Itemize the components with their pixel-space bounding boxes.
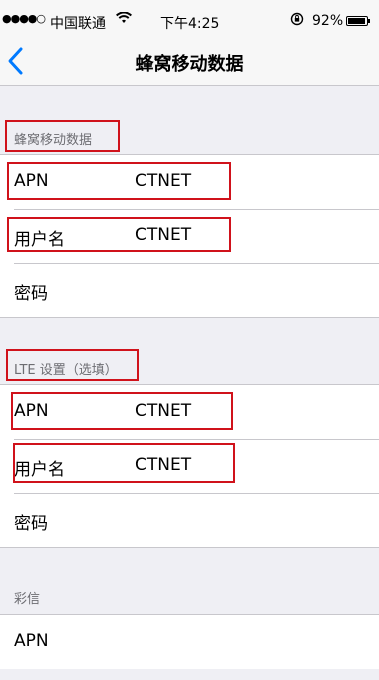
battery-percent: 92% xyxy=(312,13,344,29)
orientation-lock-icon xyxy=(290,12,304,30)
highlight-box xyxy=(13,443,235,483)
mms-apn-row[interactable]: APN xyxy=(0,615,379,669)
highlight-box xyxy=(7,162,231,200)
screen: ●●●●○ 中国联通 下午4:25 92% 蜂窝移动数据 蜂窝移动数据 APN … xyxy=(0,0,379,680)
row-label: 密码 xyxy=(14,514,48,534)
section-header-mms: 彩信 xyxy=(14,592,41,607)
highlight-box xyxy=(5,120,120,152)
row-label: APN xyxy=(14,631,49,651)
lte-password-row[interactable]: 密码 xyxy=(0,493,379,547)
carrier-name: 中国联通 xyxy=(50,16,106,32)
mms-settings-group: APN xyxy=(0,614,379,669)
highlight-box xyxy=(11,392,233,430)
battery-icon xyxy=(346,16,370,26)
highlight-box xyxy=(7,217,231,252)
navigation-bar: 蜂窝移动数据 xyxy=(0,34,379,86)
signal-strength-icon: ●●●●○ xyxy=(2,12,46,25)
row-label: 密码 xyxy=(14,284,48,304)
page-title: 蜂窝移动数据 xyxy=(135,54,244,75)
battery-fill xyxy=(348,18,365,24)
highlight-box xyxy=(6,349,139,381)
clock: 下午4:25 xyxy=(160,16,220,32)
cellular-password-row[interactable]: 密码 xyxy=(0,263,379,317)
wifi-icon xyxy=(116,11,132,28)
